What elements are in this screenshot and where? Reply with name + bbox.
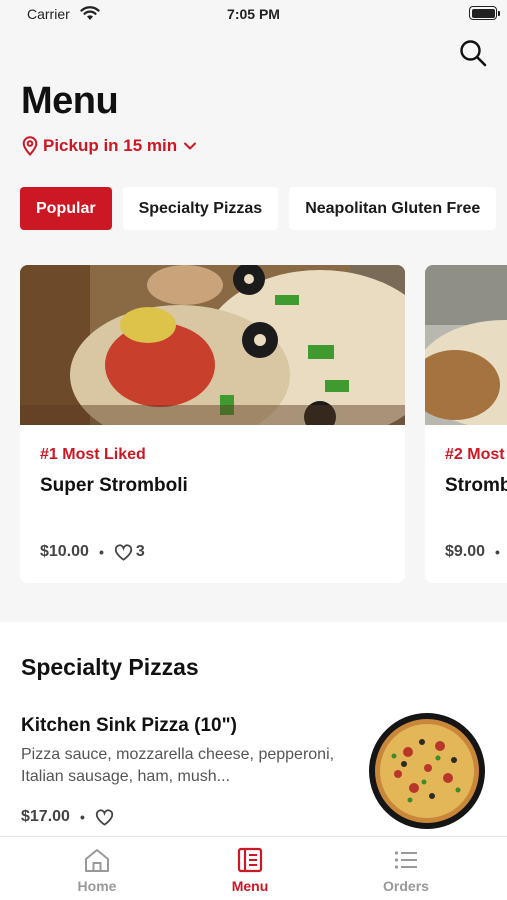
- pickup-time-selector[interactable]: Pickup in 15 min: [22, 136, 197, 156]
- separator-dot: •: [495, 544, 500, 560]
- home-icon: [85, 849, 109, 872]
- separator-dot: •: [79, 809, 85, 825]
- featured-item-name: Super Stromboli: [40, 475, 188, 496]
- pizza-photo: [369, 713, 485, 829]
- heart-icon[interactable]: [114, 543, 133, 561]
- heart-icon[interactable]: [95, 808, 114, 826]
- food-photo: [20, 265, 405, 425]
- featured-like-count: 3: [135, 543, 145, 560]
- tab-home[interactable]: Home: [37, 847, 157, 899]
- item-price: $17.00: [21, 808, 70, 825]
- featured-meta: $10.00 • 3: [40, 543, 145, 561]
- separator-dot: •: [98, 544, 104, 560]
- tab-label: Orders: [383, 878, 429, 894]
- featured-price: $10.00: [40, 543, 89, 560]
- featured-meta: $9.00 •: [445, 543, 507, 561]
- item-name: Kitchen Sink Pizza (10"): [21, 715, 237, 736]
- tab-bar: Home Menu Orders: [0, 836, 507, 900]
- tab-menu[interactable]: Menu: [190, 847, 310, 899]
- page-title: Menu: [21, 80, 119, 122]
- status-bar: Carrier 7:05 PM: [0, 0, 507, 30]
- chevron-down-icon: [184, 142, 197, 150]
- list-icon: [394, 851, 417, 869]
- menu-book-icon: [237, 847, 263, 873]
- featured-card[interactable]: #1 Most Liked Super Stromboli $10.00 • 3: [20, 265, 405, 583]
- item-description: Pizza sauce, mozzarella cheese, pepperon…: [21, 746, 335, 785]
- section-title: Specialty Pizzas: [21, 654, 199, 680]
- category-chips: Popular Specialty Pizzas Neapolitan Glut…: [20, 187, 507, 231]
- category-chip-specialty-pizzas[interactable]: Specialty Pizzas: [122, 187, 279, 230]
- featured-card[interactable]: #2 Most Liked Stromboli $9.00 •: [425, 265, 507, 583]
- featured-rank-label: #2 Most Liked: [445, 446, 507, 463]
- clock: 7:05 PM: [227, 6, 280, 22]
- tab-label: Menu: [231, 878, 269, 894]
- tab-orders[interactable]: Orders: [346, 847, 466, 899]
- featured-carousel[interactable]: #1 Most Liked Super Stromboli $10.00 • 3…: [20, 265, 507, 583]
- category-chip-popular[interactable]: Popular: [20, 187, 112, 230]
- tab-label: Home: [77, 878, 117, 894]
- battery-icon: [469, 6, 500, 20]
- featured-price: $9.00: [445, 543, 486, 560]
- item-meta: $17.00 •: [21, 808, 117, 826]
- featured-rank-label: #1 Most Liked: [40, 446, 146, 463]
- featured-item-name: Stromboli: [445, 475, 507, 496]
- location-pin-icon: [22, 136, 38, 156]
- category-chip-neapolitan-gluten-free[interactable]: Neapolitan Gluten Free: [289, 187, 497, 230]
- food-photo: [425, 265, 507, 425]
- search-icon[interactable]: [458, 38, 488, 68]
- pickup-label: Pickup in 15 min: [43, 136, 178, 155]
